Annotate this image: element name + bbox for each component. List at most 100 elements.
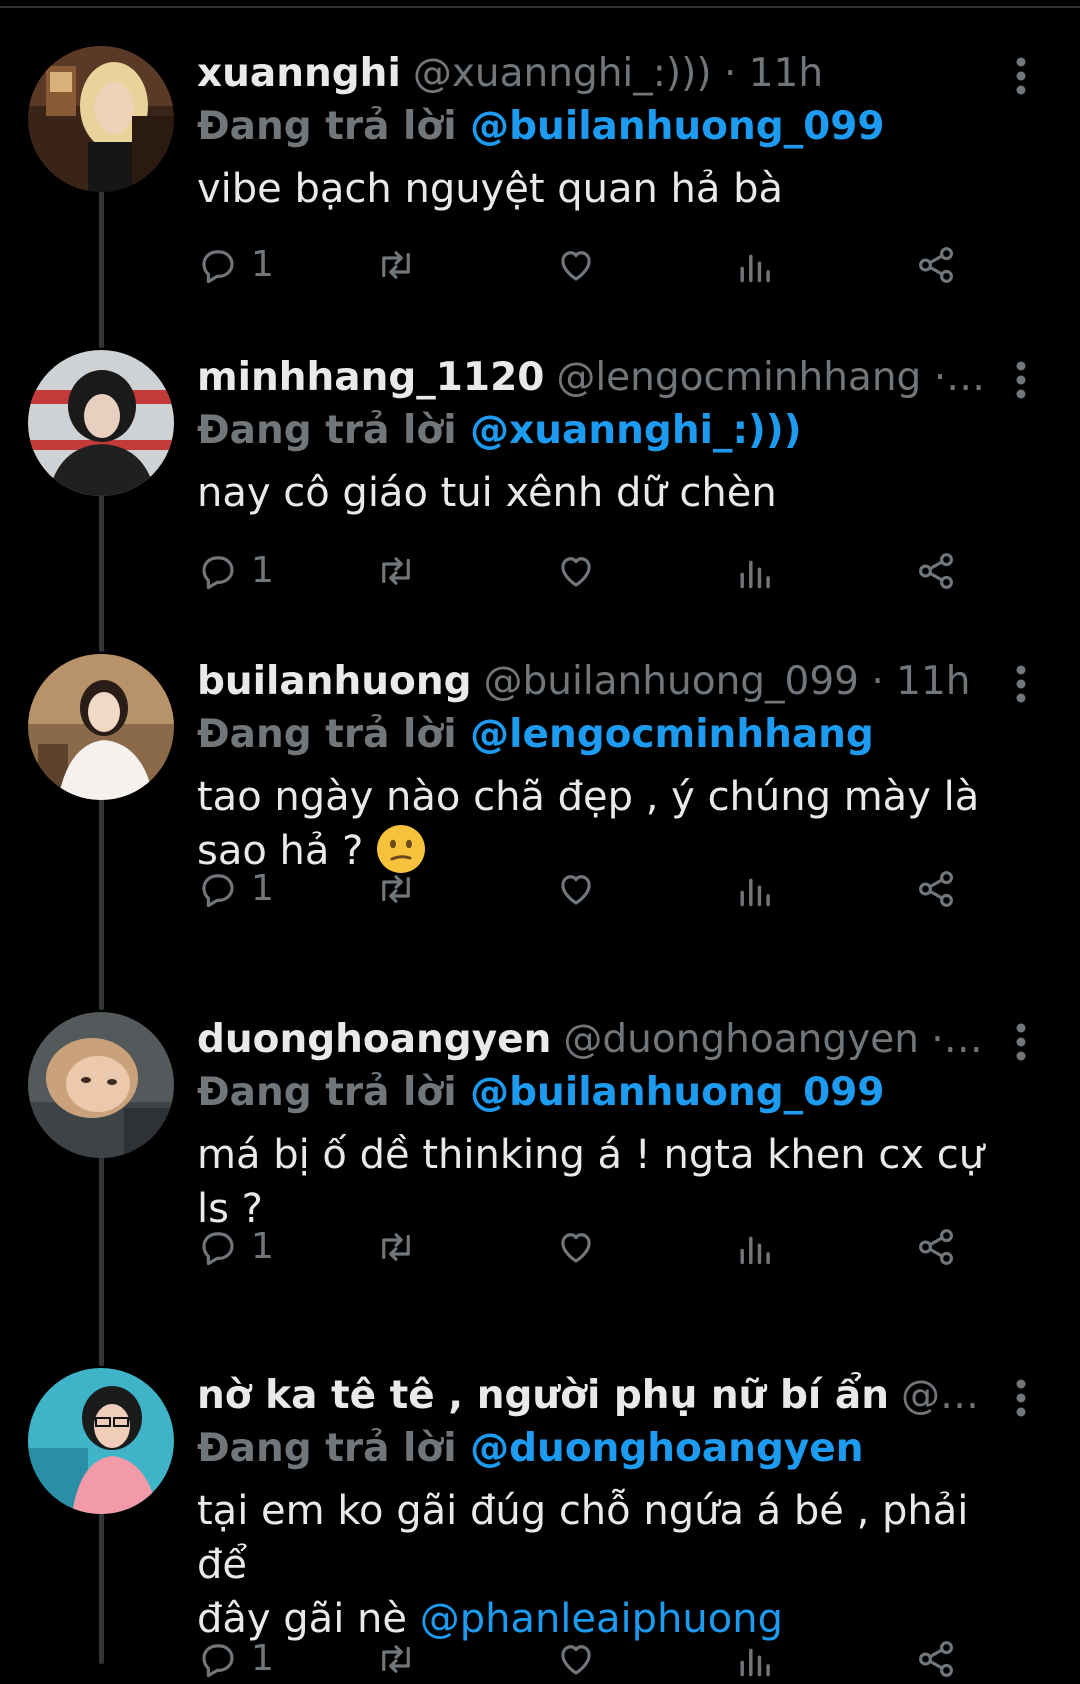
replying-to-handle[interactable]: @builanhuong_099 xyxy=(470,1070,884,1115)
tweet-text: nay cô giáo tui xênh dữ chèn xyxy=(197,470,777,516)
retweet-icon xyxy=(373,868,419,910)
heart-icon xyxy=(555,868,597,910)
heart-icon xyxy=(555,1638,597,1680)
views-button[interactable] xyxy=(737,240,775,290)
retweet-icon xyxy=(373,1226,419,1268)
reply-tweet[interactable]: builanhuong @builanhuong_099 · 11h Đang … xyxy=(0,654,1080,994)
replying-to-label: Đang trả lời xyxy=(197,1426,457,1471)
more-vertical-icon[interactable] xyxy=(1006,1378,1036,1418)
action-bar: 1 xyxy=(197,864,1027,914)
views-button[interactable] xyxy=(737,1222,775,1272)
like-button[interactable] xyxy=(555,1634,597,1684)
heart-icon xyxy=(555,1226,597,1268)
replying-to: Đang trả lời @duonghoangyen xyxy=(197,1423,864,1475)
display-name[interactable]: nờ ka tê tê , người phụ nữ bí ẩn xyxy=(197,1370,889,1422)
reply-tweet[interactable]: minhhang_1120 @lengocminhhang · ... Đang… xyxy=(0,350,1080,640)
reply-count: 1 xyxy=(251,550,274,591)
handle-and-time: @duonghoangyen · 1... xyxy=(563,1017,987,1062)
replying-to-handle[interactable]: @builanhuong_099 xyxy=(470,104,884,149)
reply-icon xyxy=(197,1226,239,1268)
share-button[interactable] xyxy=(915,1222,957,1272)
views-icon xyxy=(737,1226,775,1268)
retweet-icon xyxy=(373,244,419,286)
replying-to: Đang trả lời @builanhuong_099 xyxy=(197,1067,885,1119)
views-icon xyxy=(737,550,775,592)
tweet-text: tại em ko gãi đúg chỗ ngứa á bé , phải đ… xyxy=(197,1484,1027,1646)
like-button[interactable] xyxy=(555,864,597,914)
handle-and-time: @xuannghi_:))) · 11h xyxy=(412,51,824,96)
replying-to-label: Đang trả lời xyxy=(197,1070,457,1115)
tweet-text-line: má bị ố dề thinking á ! ngta khen cx cự xyxy=(197,1132,985,1178)
tweet-text-line: tại em ko gãi đúg chỗ ngứa á bé , phải đ… xyxy=(197,1488,969,1588)
avatar[interactable] xyxy=(28,46,174,192)
replying-to-handle[interactable]: @xuannghi_:))) xyxy=(470,408,801,453)
reply-count: 1 xyxy=(251,244,274,285)
share-button[interactable] xyxy=(915,864,957,914)
display-name[interactable]: duonghoangyen xyxy=(197,1014,551,1066)
reply-button[interactable]: 1 xyxy=(197,1634,274,1684)
action-bar: 1 xyxy=(197,1222,1027,1272)
avatar[interactable] xyxy=(28,654,174,800)
retweet-button[interactable] xyxy=(373,546,419,596)
retweet-icon xyxy=(373,550,419,592)
avatar[interactable] xyxy=(28,350,174,496)
avatar[interactable] xyxy=(28,1012,174,1158)
replying-to: Đang trả lời @lengocminhhang xyxy=(197,709,874,761)
share-icon xyxy=(915,1638,957,1680)
reply-count: 1 xyxy=(251,868,274,909)
action-bar: 1 xyxy=(197,1634,1027,1684)
more-vertical-icon[interactable] xyxy=(1006,664,1036,704)
tweet-text: vibe bạch nguyệt quan hả bà xyxy=(197,166,784,212)
more-vertical-icon[interactable] xyxy=(1006,360,1036,400)
reply-button[interactable]: 1 xyxy=(197,864,274,914)
handle-and-time: @lengocminhhang · ... xyxy=(556,355,987,400)
reply-icon xyxy=(197,1638,239,1680)
views-button[interactable] xyxy=(737,546,775,596)
reply-tweet[interactable]: xuannghi @xuannghi_:))) · 11h Đang trả l… xyxy=(0,46,1080,336)
replying-to-label: Đang trả lời xyxy=(197,408,457,453)
avatar[interactable] xyxy=(28,1368,174,1514)
reply-tweet[interactable]: duonghoangyen @duonghoangyen · 1... Đang… xyxy=(0,1012,1080,1352)
tweet-text: tao ngày nào chã đẹp , ý chúng mày là sa… xyxy=(197,770,1027,878)
more-vertical-icon[interactable] xyxy=(1006,1022,1036,1062)
replying-to-handle[interactable]: @lengocminhhang xyxy=(470,712,874,757)
replying-to: Đang trả lời @xuannghi_:))) xyxy=(197,405,802,457)
retweet-icon xyxy=(373,1638,419,1680)
retweet-button[interactable] xyxy=(373,1222,419,1272)
like-button[interactable] xyxy=(555,240,597,290)
handle-and-time: @builanhuong_099 · 11h xyxy=(483,659,971,704)
reply-button[interactable]: 1 xyxy=(197,240,274,290)
action-bar: 1 xyxy=(197,240,1027,290)
share-button[interactable] xyxy=(915,546,957,596)
replying-to: Đang trả lời @builanhuong_099 xyxy=(197,101,885,153)
display-name[interactable]: minhhang_1120 xyxy=(197,352,544,404)
top-divider xyxy=(0,6,1080,8)
display-name[interactable]: builanhuong xyxy=(197,656,472,708)
reply-tweet[interactable]: nờ ka tê tê , người phụ nữ bí ẩn @nkt...… xyxy=(0,1368,1080,1679)
reply-icon xyxy=(197,550,239,592)
display-name[interactable]: xuannghi xyxy=(197,48,401,100)
reply-count: 1 xyxy=(251,1226,274,1267)
action-bar: 1 xyxy=(197,546,1027,596)
views-icon xyxy=(737,1638,775,1680)
share-button[interactable] xyxy=(915,240,957,290)
views-button[interactable] xyxy=(737,1634,775,1684)
retweet-button[interactable] xyxy=(373,1634,419,1684)
views-icon xyxy=(737,244,775,286)
share-icon xyxy=(915,1226,957,1268)
tweet-text-line: tao ngày nào chã đẹp , ý chúng mày là xyxy=(197,774,980,820)
retweet-button[interactable] xyxy=(373,240,419,290)
views-icon xyxy=(737,868,775,910)
reply-button[interactable]: 1 xyxy=(197,546,274,596)
replying-to-handle[interactable]: @duonghoangyen xyxy=(470,1426,863,1471)
reply-count: 1 xyxy=(251,1638,274,1679)
like-button[interactable] xyxy=(555,546,597,596)
reply-icon xyxy=(197,244,239,286)
like-button[interactable] xyxy=(555,1222,597,1272)
reply-button[interactable]: 1 xyxy=(197,1222,274,1272)
views-button[interactable] xyxy=(737,864,775,914)
more-vertical-icon[interactable] xyxy=(1006,56,1036,96)
share-button[interactable] xyxy=(915,1634,957,1684)
retweet-button[interactable] xyxy=(373,864,419,914)
heart-icon xyxy=(555,244,597,286)
